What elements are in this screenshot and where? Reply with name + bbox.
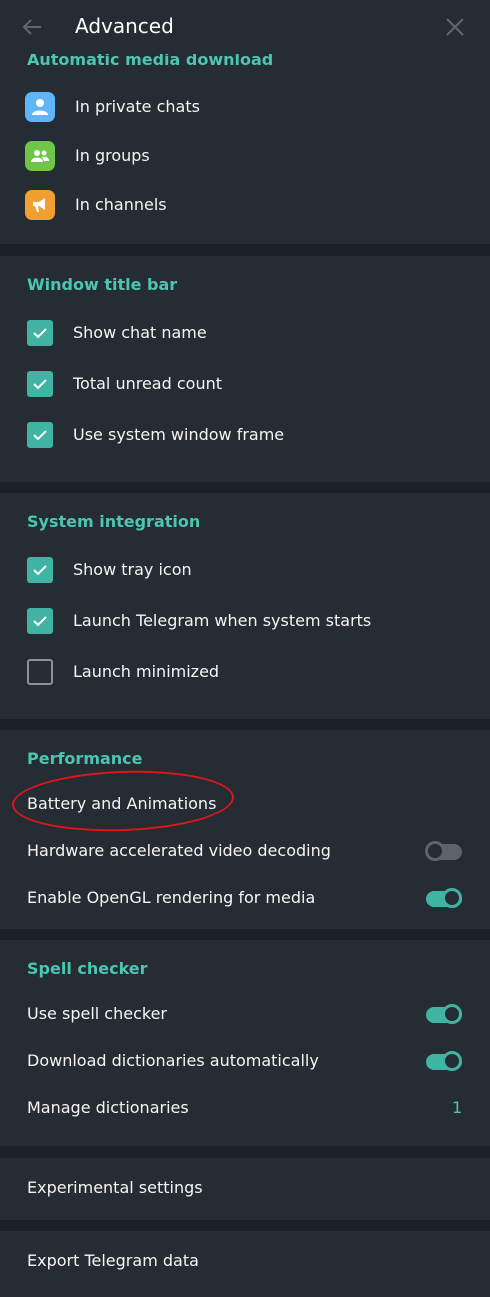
toggle-knob (425, 841, 445, 861)
hw-video-decoding-row[interactable]: Hardware accelerated video decoding (0, 832, 490, 872)
launch-on-startup-checkbox[interactable] (27, 608, 53, 634)
use-spell-checker-label: Use spell checker (27, 1004, 167, 1023)
header-bar: Advanced (0, 0, 490, 54)
download-dictionaries-label: Download dictionaries automatically (27, 1051, 319, 1070)
use-spell-checker-row[interactable]: Use spell checker (0, 995, 490, 1035)
section-title-system: System integration (27, 512, 201, 531)
show-tray-icon-checkbox[interactable] (27, 557, 53, 583)
media-groups[interactable]: In groups (0, 137, 490, 177)
hw-video-decoding-label: Hardware accelerated video decoding (27, 841, 331, 860)
section-title-spell: Spell checker (27, 959, 148, 978)
opengl-rendering-toggle[interactable] (426, 887, 463, 911)
person-icon (25, 92, 55, 122)
opengl-rendering-label: Enable OpenGL rendering for media (27, 888, 316, 907)
media-groups-label: In groups (75, 146, 150, 165)
use-spell-checker-toggle[interactable] (426, 1003, 463, 1027)
toggle-knob (442, 1004, 462, 1024)
launch-minimized-checkbox[interactable] (27, 659, 53, 685)
system-integration-section: System integration Show tray icon Launch… (0, 493, 490, 719)
hw-video-decoding-toggle[interactable] (425, 840, 463, 864)
opengl-rendering-row[interactable]: Enable OpenGL rendering for media (0, 879, 490, 919)
spell-checker-section: Spell checker Use spell checker Download… (0, 940, 490, 1146)
megaphone-icon (25, 190, 55, 220)
experimental-settings-row[interactable]: Experimental settings (0, 1169, 490, 1209)
experimental-section: Experimental settings (0, 1158, 490, 1220)
total-unread-count-row[interactable]: Total unread count (0, 365, 490, 405)
media-private-chats[interactable]: In private chats (0, 88, 490, 128)
launch-minimized-label: Launch minimized (73, 662, 220, 681)
launch-minimized-row[interactable]: Launch minimized (0, 653, 490, 693)
total-unread-count-label: Total unread count (73, 374, 222, 393)
launch-on-startup-row[interactable]: Launch Telegram when system starts (0, 602, 490, 642)
manage-dictionaries-label: Manage dictionaries (27, 1098, 189, 1117)
media-channels[interactable]: In channels (0, 186, 490, 226)
show-chat-name-checkbox[interactable] (27, 320, 53, 346)
export-section: Export Telegram data (0, 1231, 490, 1297)
toggle-knob (442, 888, 462, 908)
system-window-frame-label: Use system window frame (73, 425, 285, 444)
show-chat-name-label: Show chat name (73, 323, 207, 342)
toggle-knob (442, 1051, 462, 1071)
window-title-bar-section: Window title bar Show chat name Total un… (0, 256, 490, 482)
close-icon[interactable] (445, 17, 465, 37)
group-icon (25, 141, 55, 171)
download-dictionaries-toggle[interactable] (426, 1050, 463, 1074)
system-window-frame-row[interactable]: Use system window frame (0, 416, 490, 456)
download-dictionaries-row[interactable]: Download dictionaries automatically (0, 1042, 490, 1082)
total-unread-count-checkbox[interactable] (27, 371, 53, 397)
dictionaries-count: 1 (452, 1098, 463, 1117)
section-title-performance: Performance (27, 749, 143, 768)
section-title-window: Window title bar (27, 275, 178, 294)
media-private-label: In private chats (75, 97, 200, 116)
show-tray-icon-row[interactable]: Show tray icon (0, 551, 490, 591)
system-window-frame-checkbox[interactable] (27, 422, 53, 448)
export-data-label: Export Telegram data (27, 1251, 199, 1270)
show-chat-name-row[interactable]: Show chat name (0, 314, 490, 354)
launch-on-startup-label: Launch Telegram when system starts (73, 611, 372, 630)
arrow-left-icon[interactable] (21, 16, 43, 38)
export-data-row[interactable]: Export Telegram data (0, 1242, 490, 1282)
media-channels-label: In channels (75, 195, 167, 214)
show-tray-icon-label: Show tray icon (73, 560, 192, 579)
manage-dictionaries-row[interactable]: Manage dictionaries 1 (0, 1089, 490, 1129)
page-title: Advanced (75, 14, 174, 38)
experimental-settings-label: Experimental settings (27, 1178, 203, 1197)
